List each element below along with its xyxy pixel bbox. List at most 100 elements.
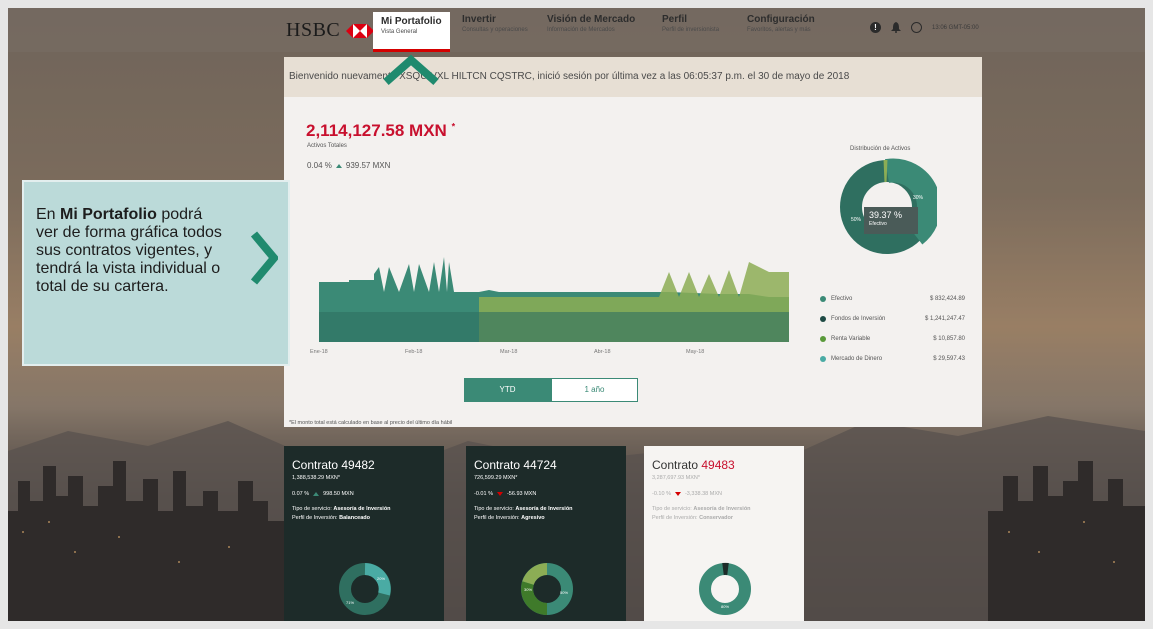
x-tick-label: Ene-18	[310, 349, 328, 355]
contract-donut-chart: 80%	[699, 562, 751, 615]
service-label: Tipo de servicio:	[292, 506, 332, 512]
callout-pre: En	[36, 206, 61, 223]
period-toggle: YTD 1 año	[464, 378, 638, 402]
contract-title: Contrato 49482	[292, 458, 436, 472]
contract-value: 726,599.29 MXN*	[474, 475, 518, 481]
profile-label: Perfil de Inversión:	[652, 515, 698, 521]
portfolio-panel: Bienvenido nuevamente XSQUIVXL HILTCN CQ…	[284, 57, 982, 427]
legend-amount: $ 832,424.89	[929, 296, 965, 302]
portfolio-area-chart	[319, 257, 789, 342]
bell-icon[interactable]	[891, 22, 901, 33]
legend-name: Fondos de Inversión	[831, 316, 886, 322]
legend-dot	[820, 296, 826, 302]
slice-label: 50%	[851, 217, 862, 223]
tab-configuracion[interactable]: Configuración Favoritos, alertas y más	[743, 14, 819, 50]
period-1-year-button[interactable]: 1 año	[551, 378, 638, 402]
x-tick-label: Abr-18	[594, 349, 611, 355]
contract-donut-chart: 30% 50%	[521, 563, 573, 615]
legend-dot	[820, 316, 826, 322]
tooltip-value: 39.37 %	[869, 210, 903, 220]
tab-mi-portafolio[interactable]: Mi Portafolio Vista General	[373, 12, 450, 52]
slice-label: 50%	[560, 590, 568, 595]
service-value: Asesoría de Inversión	[515, 506, 573, 512]
tab-title: Invertir	[462, 14, 496, 25]
contract-title: Contrato 49483	[652, 458, 796, 472]
contract-service: Tipo de servicio: Asesoría de Inversión …	[652, 505, 796, 523]
change-amount: 939.57 MXN	[345, 161, 391, 170]
tab-invertir[interactable]: Invertir Consultas y operaciones	[458, 14, 532, 50]
contract-value: 3,287,697.93 MXN*	[652, 475, 701, 481]
tab-subtitle: Vista General	[381, 29, 418, 35]
hsbc-logo[interactable]: HSBC	[286, 19, 375, 42]
contract-change-pct: 0.07 %	[292, 491, 310, 497]
nav-utility-icons: ! 13:06 GMT-05:00	[870, 22, 979, 33]
contract-card[interactable]: Contrato 49483 3,287,697.93 MXN* -0.10 %…	[644, 446, 804, 621]
contract-number: 49483	[701, 458, 735, 472]
distribution-legend: Efectivo $ 832,424.89 Fondos de Inversió…	[820, 289, 965, 369]
tab-perfil[interactable]: Perfil Perfil de inversionista	[658, 14, 723, 50]
x-tick-label: Mar-18	[500, 349, 518, 355]
legend-dot	[820, 336, 826, 342]
contract-change-amt: 998.50 MXN	[323, 491, 354, 497]
slice-label: 80%	[721, 604, 729, 609]
contract-title: Contrato 44724	[474, 458, 618, 472]
legend-dot	[820, 356, 826, 362]
legend-item-fondos: Fondos de Inversión $ 1,241,247.47	[820, 309, 965, 329]
down-arrow-icon	[496, 492, 503, 496]
info-icon[interactable]: !	[870, 22, 881, 33]
period-ytd-button[interactable]: YTD	[464, 378, 551, 402]
legend-name: Efectivo	[831, 296, 853, 302]
footnote: *El monto total está calculado en base a…	[289, 420, 453, 426]
distribution-title: Distribución de Activos	[850, 146, 911, 152]
top-navigation-bar: HSBC Mi Portafolio Vista General Inverti…	[8, 8, 1145, 52]
slice-label: 71%	[346, 600, 354, 605]
contract-number: 49482	[341, 458, 375, 472]
profile-value: Conservador	[699, 515, 734, 521]
total-assets-value: 2,114,127.58 MXN *	[306, 121, 455, 141]
legend-item-mercado-dinero: Mercado de Dinero $ 29,597.43	[820, 349, 965, 369]
contract-label: Contrato	[652, 458, 702, 472]
tab-subtitle: Consultas y operaciones	[462, 27, 528, 33]
tab-subtitle: Favoritos, alertas y más	[747, 27, 811, 33]
x-axis-labels: Ene-18 Feb-18 Mar-18 Abr-18 May-18	[284, 349, 784, 359]
chevron-up-icon	[383, 54, 439, 86]
info-callout: En Mi Portafolio podrá ver de forma gráf…	[22, 180, 290, 366]
contract-change: 0.07 % 998.50 MXN	[292, 491, 436, 497]
donut-ring	[699, 563, 751, 615]
donut-slice	[522, 563, 548, 586]
total-footnote-mark: *	[451, 121, 456, 132]
slice-label: 20%	[377, 576, 385, 581]
up-arrow-icon	[313, 492, 320, 496]
service-label: Tipo de servicio:	[652, 506, 692, 512]
contract-change-pct: -0.01 %	[474, 491, 493, 497]
tab-title: Configuración	[747, 14, 815, 25]
total-amount: 2,114,127.58 MXN	[306, 121, 447, 140]
legend-name: Mercado de Dinero	[831, 356, 883, 362]
legend-amount: $ 1,241,247.47	[924, 316, 965, 322]
tab-title: Perfil	[662, 14, 688, 25]
contract-value: 1,388,538.29 MXN*	[292, 475, 341, 481]
contract-service: Tipo de servicio: Asesoría de Inversión …	[292, 505, 436, 523]
contract-change: -0.10 % -3,338.38 MXN	[652, 491, 796, 497]
up-arrow-icon	[335, 163, 342, 168]
contract-label: Contrato	[292, 458, 342, 472]
contract-change: -0.01 % -56.93 MXN	[474, 491, 618, 497]
contract-service: Tipo de servicio: Asesoría de Inversión …	[474, 505, 618, 523]
callout-text: En Mi Portafolio podrá ver de forma gráf…	[36, 206, 226, 296]
contract-change-amt: -56.93 MXN	[506, 491, 537, 497]
hexagon-logo-icon	[346, 23, 375, 38]
legend-item-renta-variable: Renta Variable $ 10,857.80	[820, 329, 965, 349]
contract-card[interactable]: Contrato 49482 1,388,538.29 MXN* 0.07 % …	[284, 446, 444, 621]
tab-title: Mi Portafolio	[381, 16, 442, 27]
tab-subtitle: Perfil de inversionista	[662, 27, 720, 33]
contract-label: Contrato	[474, 458, 524, 472]
area-series-dark	[319, 312, 789, 342]
x-tick-label: Feb-18	[405, 349, 423, 355]
contract-change-pct: -0.10 %	[652, 491, 671, 497]
chevron-right-icon	[250, 231, 278, 285]
tab-vision-de-mercado[interactable]: Visión de Mercado Información de Mercado…	[543, 14, 639, 50]
legend-amount: $ 29,597.43	[933, 356, 965, 362]
tab-subtitle: Información de Mercados	[547, 27, 615, 33]
contract-card[interactable]: Contrato 44724 726,599.29 MXN* -0.01 % -…	[466, 446, 626, 621]
down-arrow-icon	[674, 492, 681, 496]
